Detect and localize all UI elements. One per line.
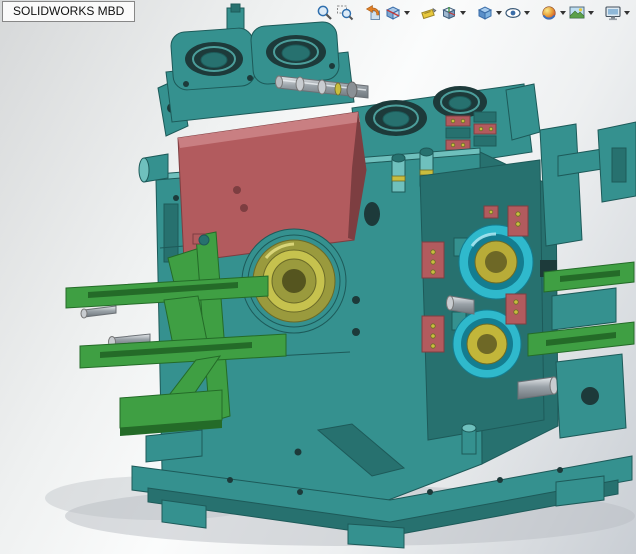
display-style-button[interactable] — [475, 2, 503, 24]
hide-show-items-button[interactable] — [503, 2, 531, 24]
chevron-down-icon — [624, 11, 630, 15]
eye-icon — [505, 7, 521, 19]
chevron-down-icon — [588, 11, 594, 15]
chevron-down-icon — [460, 11, 466, 15]
dynamic-annotation-views-button[interactable] — [419, 2, 439, 24]
chevron-down-icon — [524, 11, 530, 15]
scene-photo-icon — [569, 6, 585, 19]
magnifier-icon — [317, 5, 332, 20]
section-view-button[interactable] — [383, 2, 411, 24]
zoom-to-fit-button[interactable] — [315, 2, 335, 24]
annotation-tag-icon — [421, 7, 437, 20]
appearance-ball-icon — [542, 6, 556, 20]
chevron-down-icon — [560, 11, 566, 15]
view-settings-button[interactable] — [603, 2, 631, 24]
previous-view-button[interactable] — [363, 2, 383, 24]
3d-viewport[interactable] — [0, 0, 636, 554]
shaded-cube-icon — [477, 6, 493, 20]
view-orientation-button[interactable] — [439, 2, 467, 24]
monitor-icon — [605, 6, 621, 21]
chevron-down-icon — [404, 11, 410, 15]
section-cube-icon — [385, 6, 401, 20]
chevron-down-icon — [496, 11, 502, 15]
apply-scene-button[interactable] — [567, 2, 595, 24]
zoom-to-area-button[interactable] — [335, 2, 355, 24]
magnifier-area-icon — [337, 5, 354, 21]
mbd-label: SOLIDWORKS MBD — [2, 1, 136, 22]
orientation-cube-icon — [442, 6, 456, 20]
heads-up-view-toolbar — [315, 2, 631, 24]
previous-view-arrow-icon — [365, 4, 380, 20]
edit-appearance-button[interactable] — [539, 2, 567, 24]
